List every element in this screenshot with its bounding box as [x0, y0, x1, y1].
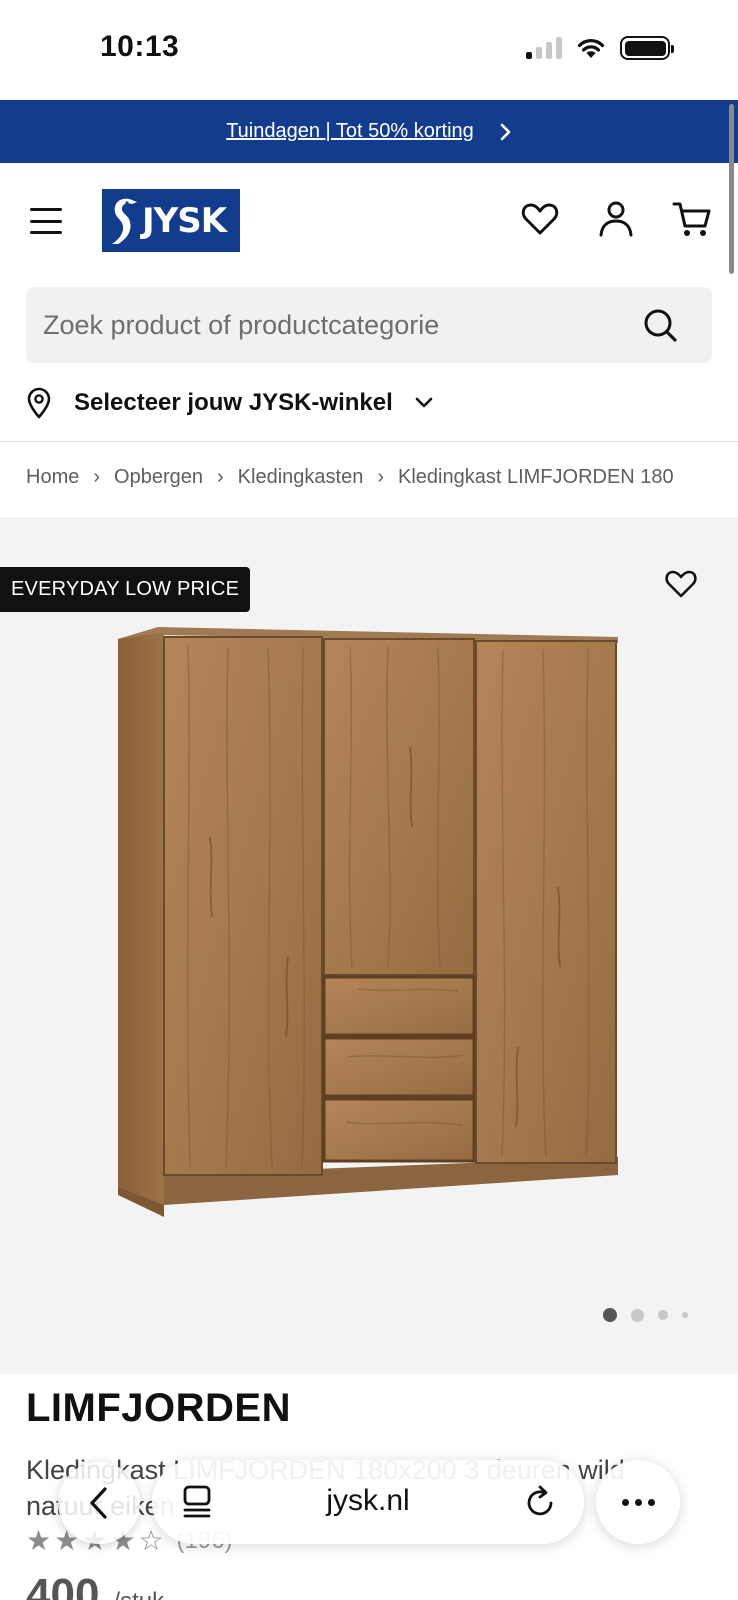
everyday-low-price-badge: EVERYDAY LOW PRICE — [0, 567, 251, 612]
breadcrumb-home[interactable]: Home — [26, 466, 79, 489]
header-divider — [0, 441, 738, 442]
breadcrumb-current-product[interactable]: Kledingkast LIMFJORDEN 180 — [398, 466, 674, 489]
cellular-signal-icon — [526, 37, 562, 59]
product-title: LIMFJORDEN — [26, 1386, 291, 1430]
shopping-cart-icon[interactable] — [672, 199, 712, 239]
wifi-icon — [577, 39, 605, 58]
breadcrumb: Home › Opbergen › Kledingkasten › Kledin… — [26, 466, 716, 489]
chevron-down-icon — [415, 397, 433, 408]
search-icon[interactable] — [642, 307, 678, 343]
gallery-pagination — [603, 1308, 688, 1322]
status-bar: 10:13 — [0, 0, 738, 100]
store-selector[interactable]: Selecteer jouw JYSK-winkel — [26, 387, 433, 419]
browser-url-text[interactable]: jysk.nl — [152, 1484, 584, 1518]
status-icons — [526, 36, 674, 60]
search-bar — [26, 287, 712, 363]
price-value: 400 — [26, 1570, 100, 1600]
chevron-right-icon — [500, 123, 511, 140]
site-header: JYSK — [0, 163, 738, 281]
product-image-gallery[interactable]: EVERYDAY LOW PRICE — [0, 517, 738, 1374]
breadcrumb-kledingkasten[interactable]: Kledingkasten — [238, 466, 364, 489]
add-to-wishlist-heart-icon[interactable] — [664, 567, 698, 601]
star-half-icon: ☆ — [138, 1525, 164, 1556]
gallery-dot[interactable] — [658, 1310, 668, 1320]
logo-text: JYSK — [142, 200, 227, 241]
bird-logo-icon — [112, 198, 137, 244]
gallery-dot[interactable] — [682, 1312, 688, 1318]
browser-more-button[interactable] — [596, 1460, 680, 1544]
breadcrumb-opbergen[interactable]: Opbergen — [114, 466, 203, 489]
promo-banner[interactable]: Tuindagen | Tot 50% korting — [0, 100, 738, 163]
promo-link[interactable]: Tuindagen | Tot 50% korting — [226, 120, 474, 143]
product-image-wardrobe[interactable] — [118, 627, 628, 1227]
hamburger-menu-icon[interactable] — [30, 208, 62, 234]
battery-icon — [620, 36, 674, 60]
status-time: 10:13 — [100, 30, 180, 63]
product-price: 400/stuk — [26, 1570, 164, 1600]
browser-address-bar[interactable]: jysk.nl — [152, 1460, 584, 1544]
reload-icon[interactable] — [524, 1484, 558, 1520]
account-user-icon[interactable] — [596, 199, 636, 239]
gallery-dot[interactable] — [603, 1308, 617, 1322]
breadcrumb-separator-icon: › — [93, 466, 101, 488]
wishlist-heart-icon[interactable] — [520, 199, 560, 239]
breadcrumb-separator-icon: › — [377, 466, 384, 488]
search-input[interactable] — [26, 309, 606, 341]
breadcrumb-separator-icon: › — [217, 466, 224, 488]
location-pin-icon — [27, 387, 51, 419]
gallery-dot[interactable] — [631, 1308, 644, 1322]
price-unit: /stuk — [113, 1588, 164, 1600]
jysk-logo[interactable]: JYSK — [102, 189, 240, 252]
browser-back-button[interactable] — [58, 1462, 140, 1544]
chevron-left-icon — [90, 1487, 107, 1519]
star-full-icon: ★ — [26, 1525, 52, 1556]
store-selector-label: Selecteer jouw JYSK-winkel — [74, 389, 393, 416]
